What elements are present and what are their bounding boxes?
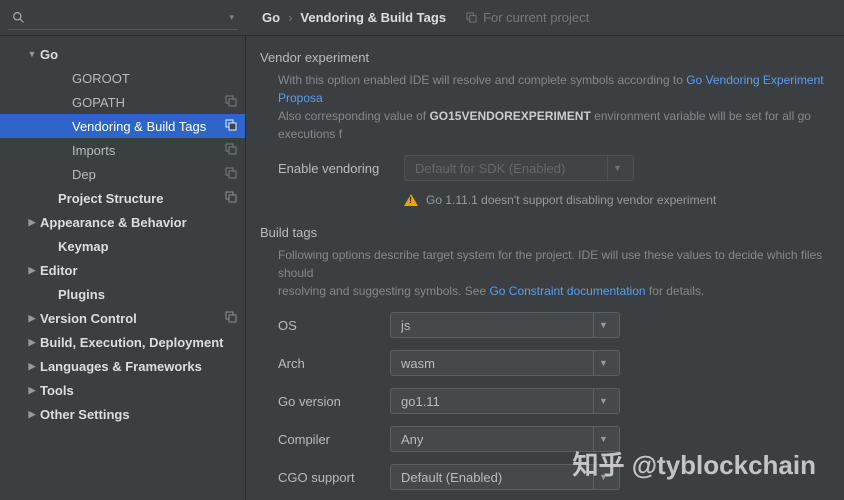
tree-item-label: GOROOT — [72, 71, 237, 86]
tree-item-label: Imports — [72, 143, 225, 158]
cgo-select[interactable]: Default (Enabled)▼ — [390, 464, 620, 490]
env-var: GO15VENDOREXPERIMENT — [429, 109, 590, 123]
build-section-desc: Following options describe target system… — [260, 246, 844, 300]
constraint-doc-link[interactable]: Go Constraint documentation — [489, 284, 645, 298]
os-label: OS — [278, 318, 374, 333]
enable-vendoring-label: Enable vendoring — [278, 161, 388, 176]
tree-item-other-settings[interactable]: ▶Other Settings — [0, 402, 245, 426]
arch-select[interactable]: wasm▼ — [390, 350, 620, 376]
arrow-icon: ▶ — [24, 313, 40, 324]
arch-label: Arch — [278, 356, 374, 371]
arrow-icon: ▶ — [24, 385, 40, 396]
tree-item-label: Other Settings — [40, 407, 237, 422]
arrow-icon: ▶ — [24, 409, 40, 420]
search-icon — [12, 11, 25, 24]
tree-item-build-execution-deployment[interactable]: ▶Build, Execution, Deployment — [0, 330, 245, 354]
tree-item-label: Languages & Frameworks — [40, 359, 237, 374]
compiler-select[interactable]: Any▼ — [390, 426, 620, 452]
chevron-down-icon: ▼ — [593, 389, 613, 413]
tree-item-label: Go — [40, 47, 237, 62]
arrow-icon: ▶ — [24, 265, 40, 276]
tree-item-tools[interactable]: ▶Tools — [0, 378, 245, 402]
tree-item-goroot[interactable]: GOROOT — [0, 66, 245, 90]
copy-icon — [225, 143, 237, 158]
tree-item-project-structure[interactable]: Project Structure — [0, 186, 245, 210]
tree-item-label: Tools — [40, 383, 237, 398]
settings-content: Vendor experiment With this option enabl… — [246, 36, 844, 500]
arrow-icon: ▶ — [24, 337, 40, 348]
vendor-section-desc: With this option enabled IDE will resolv… — [260, 71, 844, 143]
warning-icon — [404, 194, 418, 206]
tree-item-label: Appearance & Behavior — [40, 215, 237, 230]
copy-icon — [225, 167, 237, 182]
tree-item-label: Version Control — [40, 311, 225, 326]
tree-item-label: Keymap — [58, 239, 237, 254]
breadcrumb-page: Vendoring & Build Tags — [300, 10, 446, 25]
search-input[interactable] — [29, 10, 225, 25]
tree-item-gopath[interactable]: GOPATH — [0, 90, 245, 114]
tree-item-vendoring-build-tags[interactable]: Vendoring & Build Tags — [0, 114, 245, 138]
gover-select[interactable]: go1.11▼ — [390, 388, 620, 414]
enable-vendoring-select[interactable]: Default for SDK (Enabled) ▼ — [404, 155, 634, 181]
vendor-section-title: Vendor experiment — [260, 50, 844, 65]
tree-item-appearance-behavior[interactable]: ▶Appearance & Behavior — [0, 210, 245, 234]
arrow-icon: ▶ — [24, 361, 40, 372]
tree-item-label: Project Structure — [58, 191, 225, 206]
chevron-down-icon: ▼ — [593, 465, 613, 489]
breadcrumb-root: Go — [262, 10, 280, 25]
gover-label: Go version — [278, 394, 374, 409]
build-section-title: Build tags — [260, 225, 844, 240]
tree-item-keymap[interactable]: Keymap — [0, 234, 245, 258]
chevron-down-icon: ▼ — [593, 351, 613, 375]
tree-item-plugins[interactable]: Plugins — [0, 282, 245, 306]
settings-tree[interactable]: ▼Go GOROOT GOPATH Vendoring & Build Tags Imp… — [0, 36, 246, 500]
tree-item-label: Build, Execution, Deployment — [40, 335, 237, 350]
copy-icon — [225, 311, 237, 326]
search-wrapper[interactable]: ▾ — [8, 6, 238, 30]
arrow-icon: ▼ — [24, 49, 40, 59]
copy-icon — [225, 95, 237, 110]
chevron-down-icon: ▼ — [593, 427, 613, 451]
copy-icon — [225, 119, 237, 134]
tree-item-label: Vendoring & Build Tags — [72, 119, 225, 134]
chevron-right-icon: › — [288, 10, 292, 25]
scope-label: For current project — [466, 10, 589, 25]
tree-item-label: Plugins — [58, 287, 237, 302]
os-select[interactable]: js▼ — [390, 312, 620, 338]
tree-item-editor[interactable]: ▶Editor — [0, 258, 245, 282]
tree-item-go[interactable]: ▼Go — [0, 42, 245, 66]
arrow-icon: ▶ — [24, 217, 40, 228]
chevron-down-icon: ▼ — [607, 156, 627, 180]
dropdown-icon[interactable]: ▾ — [229, 12, 234, 23]
cgo-label: CGO support — [278, 470, 374, 485]
tree-item-label: Dep — [72, 167, 225, 182]
tree-item-version-control[interactable]: ▶Version Control — [0, 306, 245, 330]
tree-item-label: GOPATH — [72, 95, 225, 110]
tree-item-label: Editor — [40, 263, 237, 278]
breadcrumb: Go › Vendoring & Build Tags For current … — [238, 10, 836, 25]
chevron-down-icon: ▼ — [593, 313, 613, 337]
tree-item-languages-frameworks[interactable]: ▶Languages & Frameworks — [0, 354, 245, 378]
compiler-label: Compiler — [278, 432, 374, 447]
copy-icon — [225, 191, 237, 206]
tree-item-imports[interactable]: Imports — [0, 138, 245, 162]
vendor-warning: Go 1.11.1 doesn't support disabling vend… — [404, 193, 844, 207]
copy-icon — [466, 12, 477, 23]
tree-item-dep[interactable]: Dep — [0, 162, 245, 186]
